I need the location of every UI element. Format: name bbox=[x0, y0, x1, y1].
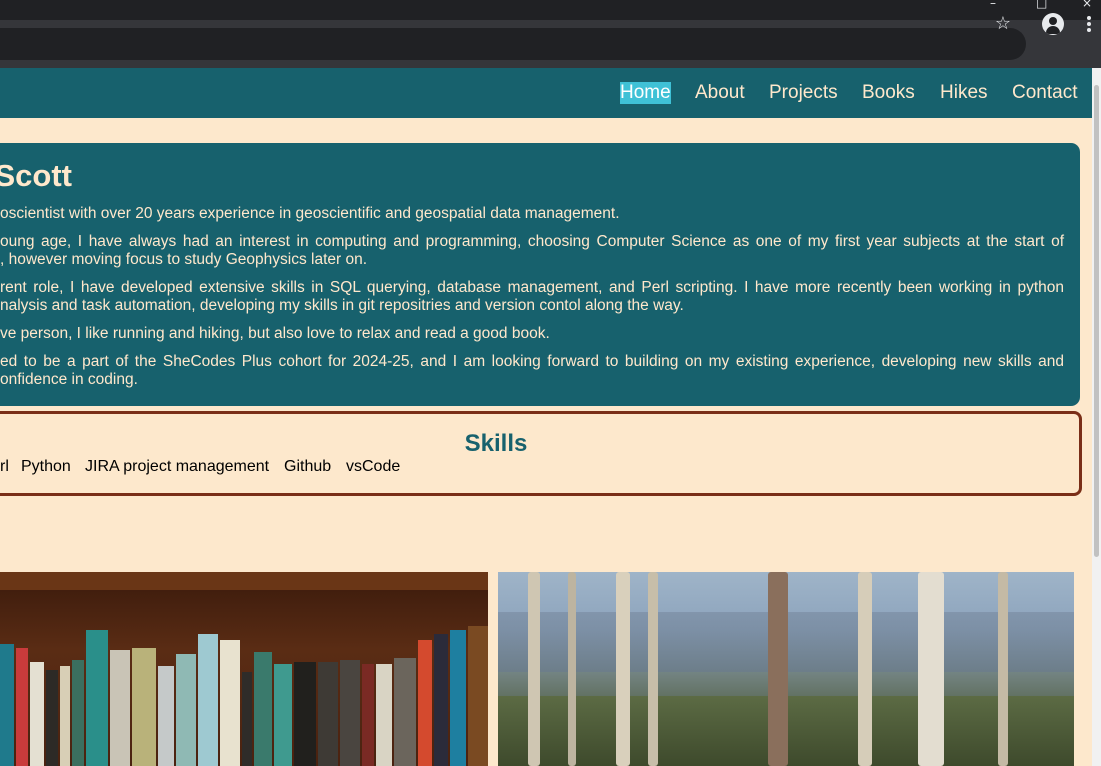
skill-item: JIRA project management bbox=[85, 458, 270, 475]
scrollbar-thumb[interactable] bbox=[1094, 85, 1099, 557]
profile-icon[interactable] bbox=[1042, 13, 1064, 35]
skill-item: Python bbox=[21, 458, 71, 475]
intro-name-heading: le Scott bbox=[0, 158, 72, 193]
site-navbar bbox=[0, 68, 1092, 118]
menu-icon[interactable] bbox=[1083, 13, 1095, 35]
hike-photo bbox=[498, 572, 1074, 766]
intro-paragraph-4: ve person, I like running and hiking, bu… bbox=[0, 325, 550, 342]
maximize-icon[interactable]: □ bbox=[1036, 0, 1047, 9]
skills-heading: Skills bbox=[464, 430, 528, 457]
nav-projects[interactable]: Projects bbox=[769, 82, 838, 104]
intro-paragraph-5: ed to be a part of the SheCodes Plus coh… bbox=[0, 353, 1064, 388]
skill-item: vsCode bbox=[346, 458, 401, 475]
browser-toolbar bbox=[0, 20, 1101, 68]
address-bar[interactable] bbox=[0, 28, 1026, 60]
star-icon[interactable]: ☆ bbox=[992, 13, 1014, 35]
intro-paragraph-3: rent role, I have developed extensive sk… bbox=[0, 279, 1064, 314]
nav-about[interactable]: About bbox=[695, 82, 745, 104]
window-titlebar bbox=[0, 0, 1101, 20]
nav-books[interactable]: Books bbox=[862, 82, 915, 104]
intro-paragraph-1: oscientist with over 20 years experience… bbox=[0, 205, 620, 222]
minimize-icon[interactable]: – bbox=[990, 0, 996, 9]
nav-contact[interactable]: Contact bbox=[1012, 82, 1077, 104]
nav-home[interactable]: Home bbox=[620, 82, 671, 104]
skill-item: Github bbox=[284, 458, 332, 475]
intro-paragraph-2: oung age, I have always had an interest … bbox=[0, 233, 1064, 268]
nav-hikes[interactable]: Hikes bbox=[940, 82, 988, 104]
books-photo bbox=[0, 572, 488, 766]
close-icon[interactable]: × bbox=[1082, 0, 1092, 9]
skill-item: rl bbox=[0, 458, 9, 475]
